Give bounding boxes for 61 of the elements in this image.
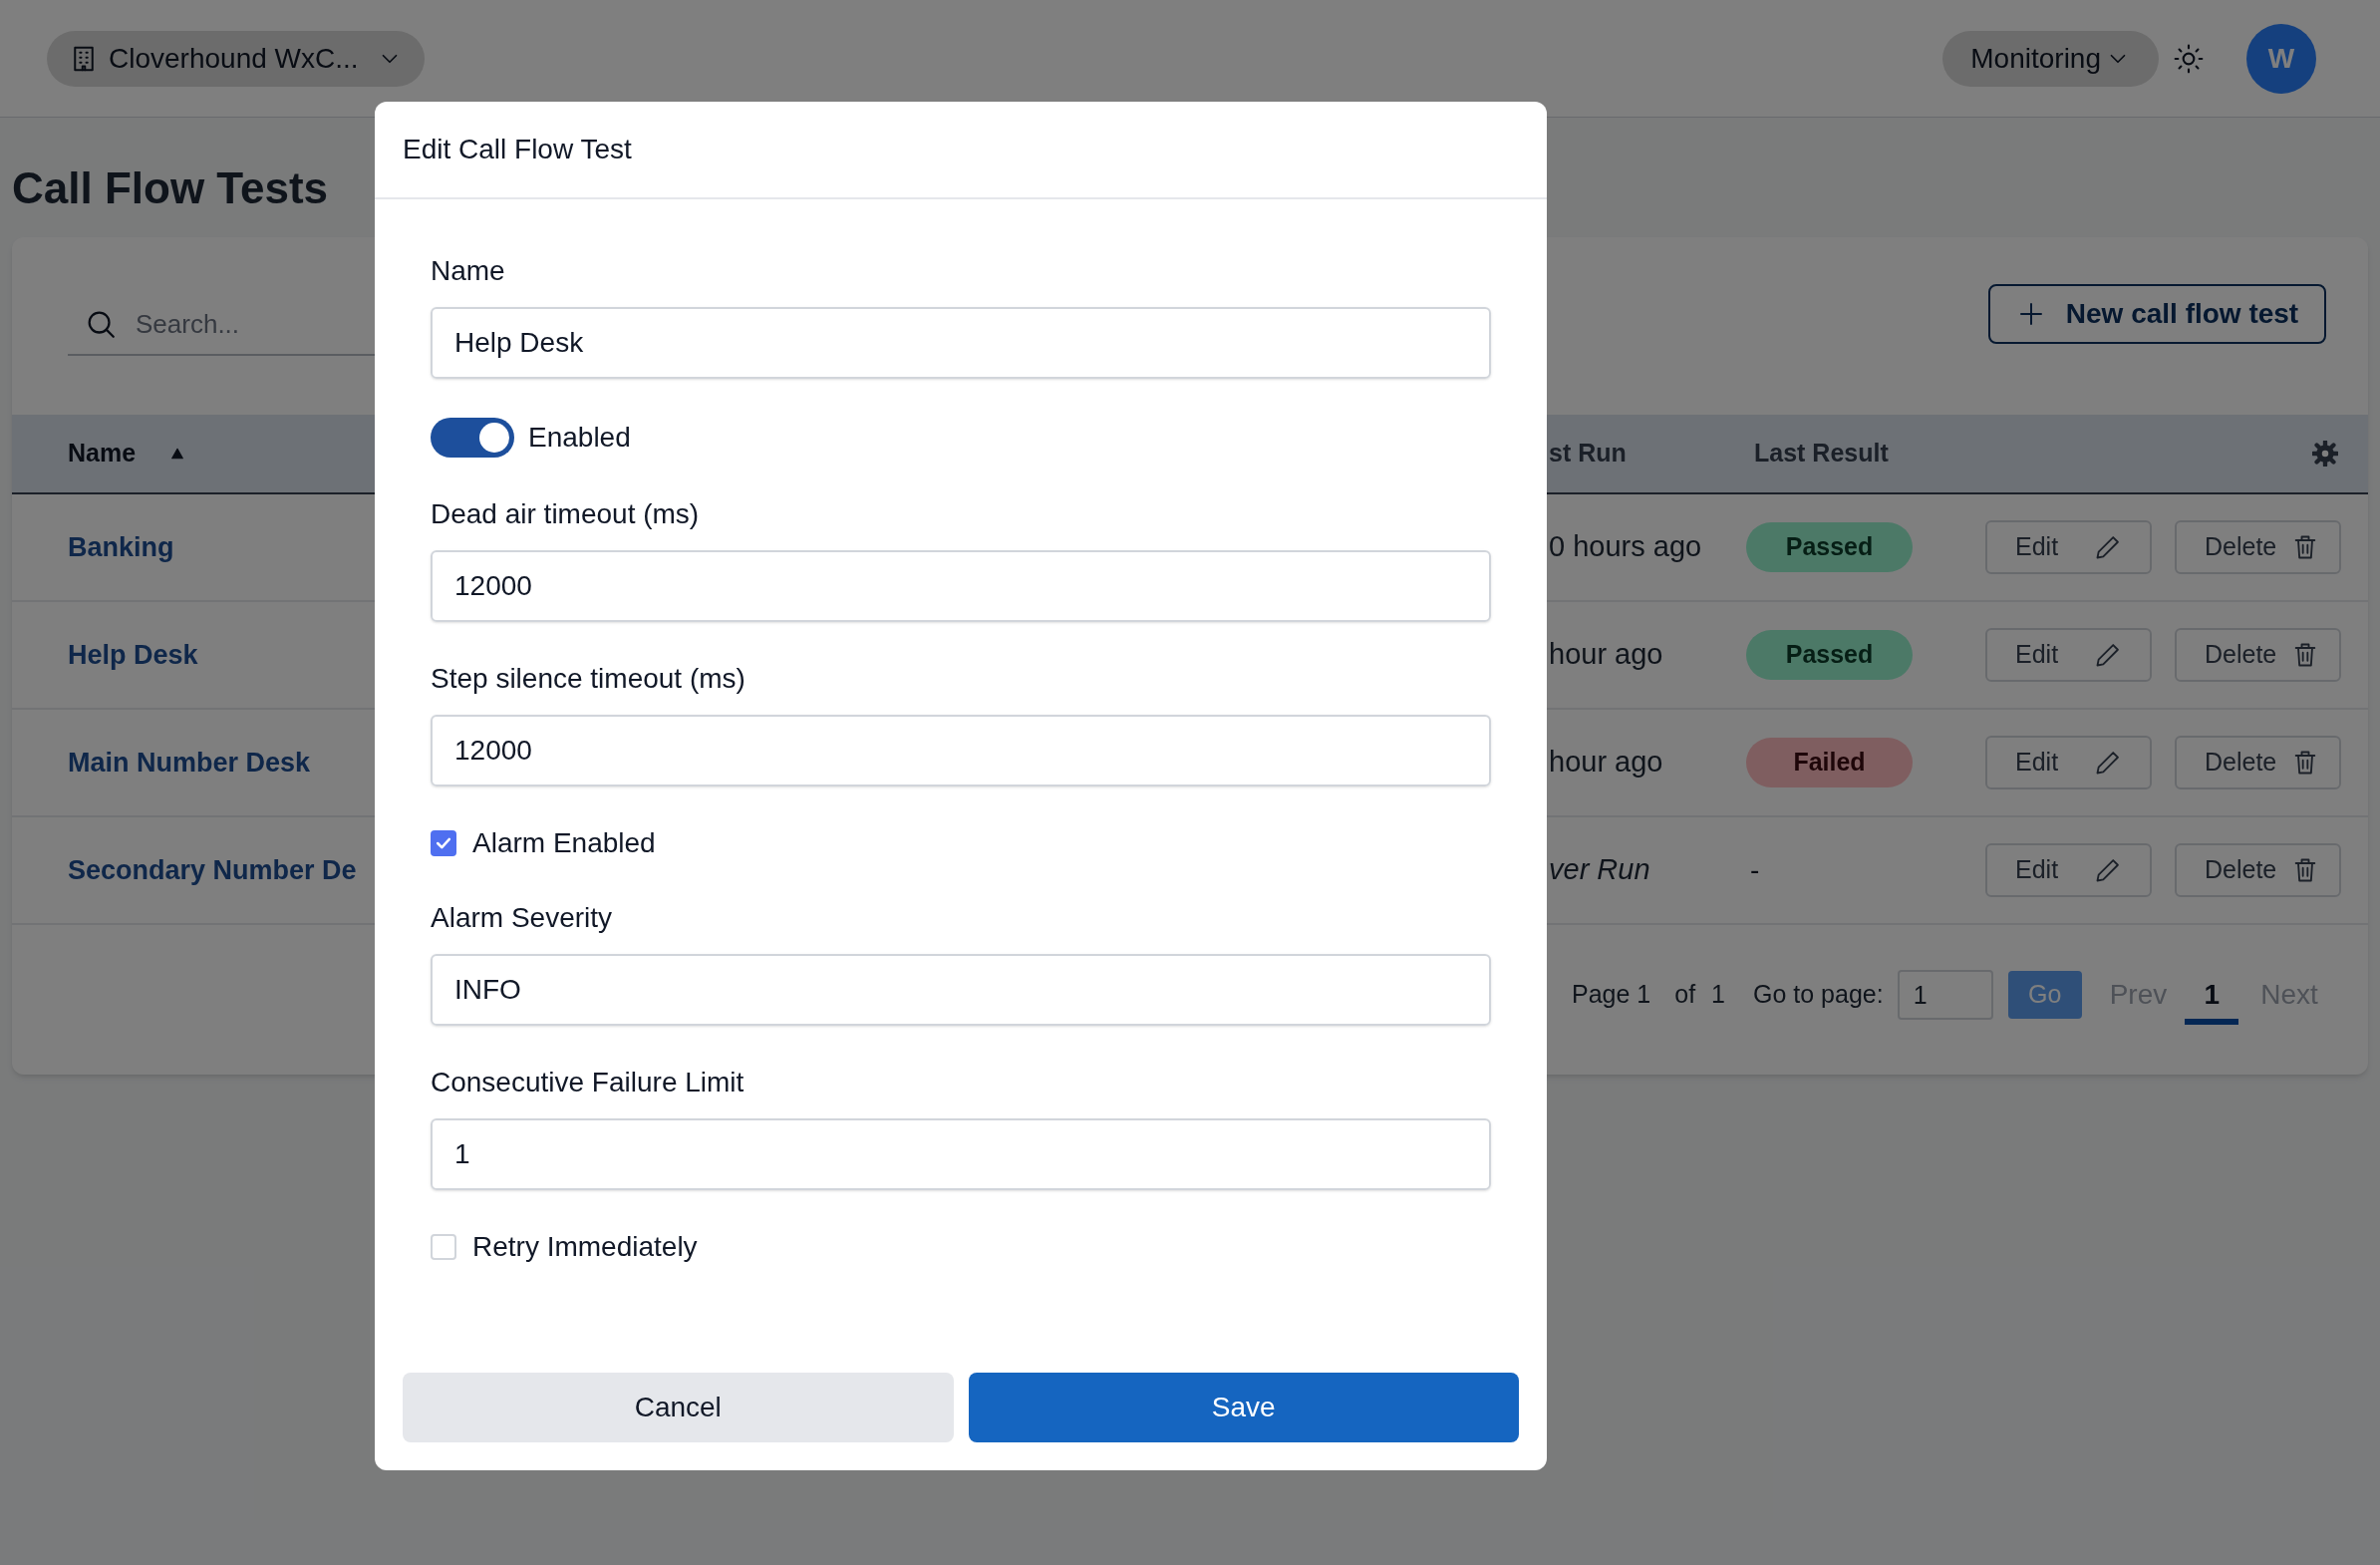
page-button[interactable]: 1 xyxy=(2185,965,2239,1025)
test-name-link[interactable]: Help Desk xyxy=(68,639,198,670)
test-name-link[interactable]: Main Number Desk xyxy=(68,747,311,778)
cancel-button[interactable]: Cancel xyxy=(403,1373,954,1442)
last-result-text: - xyxy=(1749,854,1760,885)
text-field[interactable]: 12000 xyxy=(431,550,1491,622)
checkbox-label: Alarm Enabled xyxy=(472,826,656,860)
field-label: Dead air timeout (ms) xyxy=(431,497,701,531)
edit-button[interactable]: Edit xyxy=(1985,736,2152,789)
checkbox[interactable] xyxy=(431,830,456,856)
status-badge: Passed xyxy=(1746,522,1913,572)
text-field[interactable]: Help Desk xyxy=(431,307,1491,379)
sun-icon xyxy=(2173,42,2205,75)
field-label: Consecutive Failure Limit xyxy=(431,1066,745,1099)
pencil-icon xyxy=(2094,641,2122,669)
monitoring-menu[interactable]: Monitoring xyxy=(1942,30,2159,87)
field-label: Name xyxy=(431,254,506,288)
delete-button[interactable]: Delete xyxy=(2175,843,2341,897)
org-switcher[interactable]: Cloverhound WxC... xyxy=(47,30,425,87)
last-run-text: 0 hours ago xyxy=(1549,530,1702,563)
test-name-link[interactable]: Banking xyxy=(68,531,174,562)
field-label: Step silence timeout (ms) xyxy=(431,662,746,696)
column-header[interactable]: Name xyxy=(68,435,137,472)
page-title: Call Flow Tests xyxy=(12,162,330,214)
column-header[interactable]: st Run xyxy=(1549,435,1754,472)
dialog-title: Edit Call Flow Test xyxy=(403,133,632,166)
last-run-text: ver Run xyxy=(1549,853,1650,886)
page-label: Page 1 xyxy=(1572,979,1651,1011)
save-button[interactable]: Save xyxy=(968,1373,1519,1442)
go-button[interactable]: Go xyxy=(2007,971,2082,1019)
text-field[interactable]: INFO xyxy=(431,954,1491,1026)
status-badge: Failed xyxy=(1746,738,1913,787)
test-name-link[interactable]: Secondary Number De xyxy=(68,854,357,885)
last-run-text: hour ago xyxy=(1549,746,1663,779)
go-to-page-label: Go to page: xyxy=(1753,979,1884,1011)
delete-button[interactable]: Delete xyxy=(2175,736,2341,789)
checkbox[interactable] xyxy=(431,1234,456,1260)
last-run-text: hour ago xyxy=(1549,638,1663,671)
toggle-switch[interactable] xyxy=(431,418,514,458)
toggle-label: Enabled xyxy=(528,421,631,455)
pencil-icon xyxy=(2094,533,2122,561)
avatar[interactable]: W xyxy=(2246,23,2316,94)
page-total: 1 xyxy=(1711,979,1725,1011)
new-call-flow-test-button[interactable]: New call flow test xyxy=(1988,283,2326,344)
column-header[interactable]: Last Result xyxy=(1754,435,2312,472)
page-number-field[interactable]: 1 xyxy=(1897,970,1993,1020)
delete-button[interactable]: Delete xyxy=(2175,520,2341,574)
pencil-icon xyxy=(2094,856,2122,884)
pencil-icon xyxy=(2094,749,2122,777)
status-badge: Passed xyxy=(1746,630,1913,680)
edit-button[interactable]: Edit xyxy=(1985,843,2152,897)
edit-button[interactable]: Edit xyxy=(1985,520,2152,574)
field-label: Alarm Severity xyxy=(431,901,614,935)
text-field[interactable]: 12000 xyxy=(431,715,1491,786)
text-field[interactable]: 1 xyxy=(431,1118,1491,1190)
search-field[interactable]: Search... xyxy=(136,304,315,344)
edit-button[interactable]: Edit xyxy=(1985,628,2152,682)
of-label: of xyxy=(1674,979,1696,1011)
delete-button[interactable]: Delete xyxy=(2175,628,2341,682)
settings-icon xyxy=(2312,441,2338,467)
checkbox-label: Retry Immediately xyxy=(472,1230,698,1264)
